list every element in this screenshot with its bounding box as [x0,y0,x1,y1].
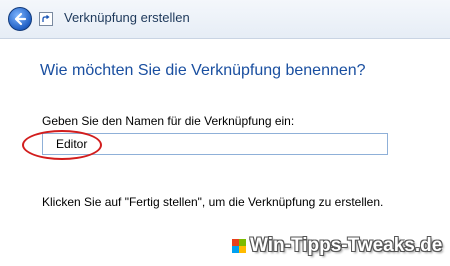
back-arrow-icon [14,12,27,26]
shortcut-icon [39,12,53,26]
back-button[interactable] [8,7,32,31]
name-field-label: Geben Sie den Namen für die Verknüpfung … [42,114,295,128]
watermark: Win-Tipps-Tweaks.de [232,234,442,258]
watermark-text: Win-Tipps-Tweaks.de [250,235,443,256]
shortcut-name-input[interactable] [42,133,388,155]
instruction-text: Klicken Sie auf "Fertig stellen", um die… [42,195,384,209]
window-title: Verknüpfung erstellen [64,10,190,25]
title-bar: Verknüpfung erstellen [0,0,450,39]
windows-logo-icon [232,239,246,253]
page-heading: Wie möchten Sie die Verknüpfung benennen… [40,62,366,79]
